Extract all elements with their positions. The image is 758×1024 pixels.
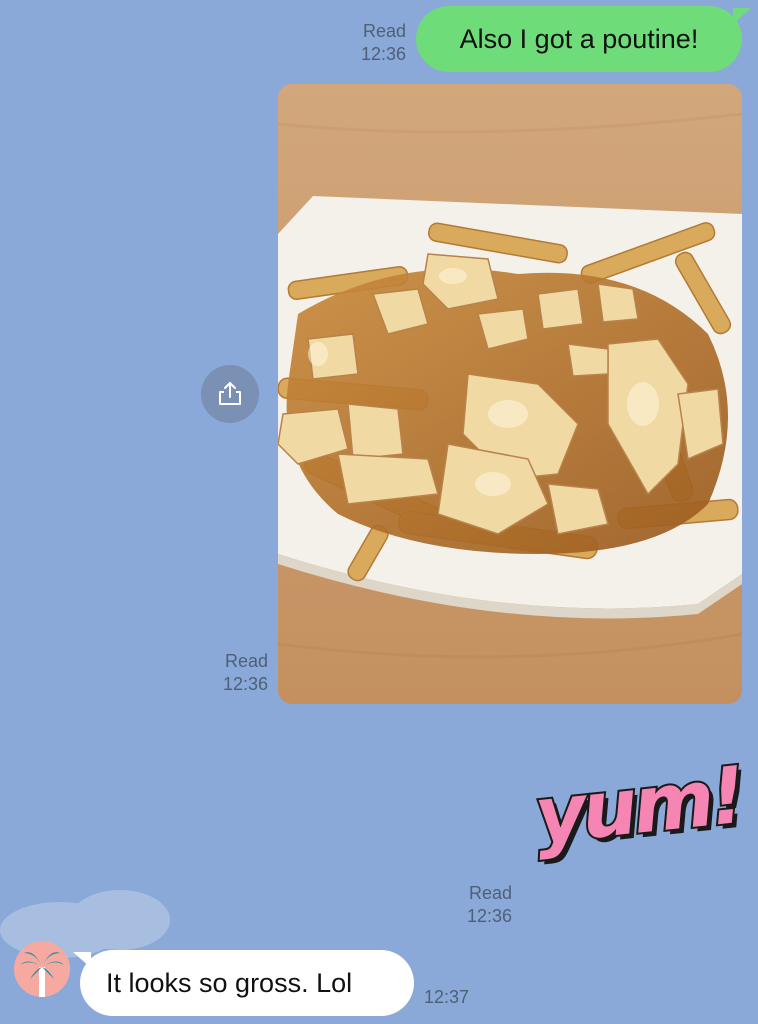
read-status: Read bbox=[362, 21, 406, 41]
read-status: Read bbox=[468, 883, 512, 903]
share-icon bbox=[219, 382, 241, 405]
read-status: Read bbox=[224, 651, 268, 671]
incoming-message-bubble[interactable]: It looks so gross. Lol bbox=[73, 950, 414, 1016]
poutine-photo bbox=[278, 84, 742, 704]
sticker-text: yum! bbox=[529, 749, 749, 864]
bubble-tail bbox=[73, 952, 91, 968]
message-text: Also I got a poutine! bbox=[459, 23, 699, 54]
message-text: It looks so gross. Lol bbox=[106, 967, 353, 998]
read-receipt: Read 12:36 bbox=[346, 20, 406, 66]
message-time: 12:37 bbox=[424, 987, 470, 1007]
message-time: 12:36 bbox=[466, 906, 512, 926]
read-receipt: Read 12:36 bbox=[208, 650, 268, 696]
photo-message[interactable] bbox=[278, 84, 742, 704]
read-receipt: Read 12:36 bbox=[452, 882, 512, 928]
chat-thread: Read 12:36 Also I got a poutine! Read 12… bbox=[0, 0, 758, 1024]
share-button[interactable] bbox=[201, 365, 259, 423]
outgoing-message-bubble[interactable]: Also I got a poutine! bbox=[416, 6, 751, 72]
palm-tree-icon bbox=[20, 952, 64, 997]
contact-avatar[interactable] bbox=[14, 941, 70, 997]
message-time: 12:36 bbox=[360, 44, 406, 64]
message-time: 12:36 bbox=[222, 674, 268, 694]
bubble-tail bbox=[733, 8, 751, 24]
yum-sticker[interactable]: yum! bbox=[529, 749, 749, 882]
